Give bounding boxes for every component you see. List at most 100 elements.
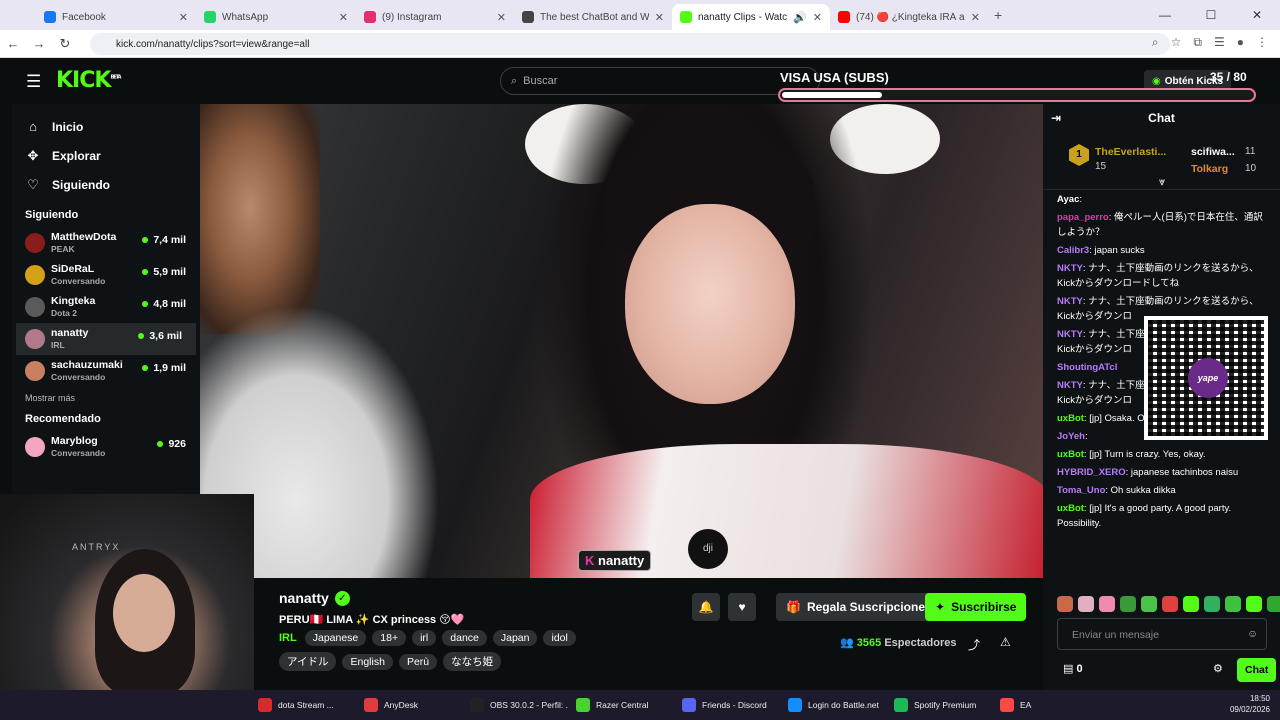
- chat-settings-gear-icon[interactable]: ⚙: [1213, 662, 1223, 675]
- category-link[interactable]: IRL: [279, 632, 297, 644]
- emote-icon[interactable]: [1099, 596, 1115, 612]
- tag-chip[interactable]: 18+: [372, 630, 407, 646]
- browser-tab[interactable]: Facebook ✕: [36, 4, 196, 30]
- subscribe-button[interactable]: ✦ Suscribirse: [925, 593, 1027, 621]
- chat-username[interactable]: NKTY: [1057, 380, 1083, 391]
- tag-chip[interactable]: ななち姫: [443, 652, 502, 671]
- chat-username[interactable]: Toma_Uno: [1057, 485, 1105, 496]
- profile-icon[interactable]: ●: [1237, 35, 1244, 50]
- close-tab-icon[interactable]: ✕: [813, 11, 822, 24]
- browser-tab[interactable]: The best ChatBot and Widgets ✕: [514, 4, 672, 30]
- tag-chip[interactable]: Perù: [398, 653, 438, 670]
- emote-icon[interactable]: [1078, 596, 1094, 612]
- chat-username[interactable]: JoYeh: [1057, 431, 1085, 442]
- tag-chip[interactable]: Japanese: [304, 630, 367, 646]
- emote-icon[interactable]: [1225, 596, 1241, 612]
- emote-icon[interactable]: [1057, 596, 1073, 612]
- hamburger-menu-icon[interactable]: ☰: [26, 72, 41, 92]
- emote-icon[interactable]: [1246, 596, 1262, 612]
- browser-tab[interactable]: (9) Instagram ✕: [356, 4, 514, 30]
- sidebar-item-siguiendo[interactable]: ♡ Siguiendo: [12, 170, 200, 199]
- gift-subs-button[interactable]: 🎁 Regala Suscripciones: [776, 593, 942, 621]
- send-chat-button[interactable]: Chat: [1237, 658, 1277, 682]
- tag-chip[interactable]: dance: [442, 630, 487, 646]
- show-more-link[interactable]: Mostrar más: [25, 393, 200, 403]
- tag-chip[interactable]: irl: [412, 630, 437, 646]
- leader-name-2[interactable]: scifiwa...: [1191, 146, 1235, 158]
- url-field[interactable]: kick.com/nanatty/clips?sort=view&range=a…: [90, 33, 1170, 55]
- channel-item[interactable]: Maryblog Conversando 926: [12, 431, 200, 463]
- kick-logo[interactable]: KICKBETA: [56, 68, 122, 93]
- chat-message-input[interactable]: Enviar un mensaje ☺: [1057, 618, 1267, 650]
- browser-tab[interactable]: WhatsApp ✕: [196, 4, 356, 30]
- leader-name-1[interactable]: TheEverlasti...: [1095, 146, 1166, 158]
- chat-username[interactable]: NKTY: [1057, 296, 1083, 307]
- forward-icon[interactable]: →: [26, 36, 52, 51]
- chat-username[interactable]: Calibr3: [1057, 245, 1089, 256]
- chat-username[interactable]: uxBot: [1057, 413, 1084, 424]
- bookmark-star-icon[interactable]: ☆: [1171, 35, 1182, 50]
- emote-icon[interactable]: [1204, 596, 1220, 612]
- follow-heart-icon[interactable]: ♥: [728, 593, 756, 621]
- channel-item[interactable]: MatthewDota PEAK 7,4 mil: [12, 227, 200, 259]
- notification-bell-icon[interactable]: 🔔: [692, 593, 720, 621]
- collapse-chat-icon[interactable]: ⇥: [1051, 111, 1061, 125]
- tag-chip[interactable]: アイドル: [279, 652, 337, 671]
- channel-item[interactable]: nanatty IRL 3,6 mil: [16, 323, 196, 355]
- reading-list-icon[interactable]: ☰: [1214, 35, 1225, 50]
- emote-icon[interactable]: [1120, 596, 1136, 612]
- extensions-icon[interactable]: ⧉: [1193, 35, 1202, 50]
- chat-username[interactable]: ShoutingATcl: [1057, 362, 1117, 373]
- tag-chip[interactable]: idol: [543, 630, 576, 646]
- tag-chip[interactable]: Japan: [492, 630, 538, 646]
- maximize-icon[interactable]: ☐: [1188, 0, 1234, 30]
- back-icon[interactable]: ←: [0, 36, 26, 51]
- taskbar-app[interactable]: Razer Central: [568, 690, 674, 720]
- channel-item[interactable]: Kingteka Dota 2 4,8 mil: [12, 291, 200, 323]
- system-clock[interactable]: 18:50 09/02/2026: [1230, 693, 1270, 715]
- close-tab-icon[interactable]: ✕: [497, 11, 506, 24]
- menu-dots-icon[interactable]: ⋮: [1256, 35, 1268, 50]
- close-tab-icon[interactable]: ✕: [655, 11, 664, 24]
- emote-icon[interactable]: [1141, 596, 1157, 612]
- new-tab-icon[interactable]: +: [994, 7, 1002, 23]
- reload-icon[interactable]: ↻: [52, 36, 78, 52]
- channel-name[interactable]: nanatty ✓: [279, 590, 350, 606]
- sidebar-item-inicio[interactable]: ⌂ Inicio: [12, 112, 200, 141]
- tag-chip[interactable]: English: [342, 653, 393, 670]
- taskbar-app[interactable]: dota Stream ...: [250, 690, 356, 720]
- close-window-icon[interactable]: ✕: [1234, 0, 1280, 30]
- chat-username[interactable]: Ayac: [1057, 194, 1079, 205]
- chat-username[interactable]: HYBRID_XERO: [1057, 467, 1126, 478]
- report-warning-icon[interactable]: ⚠: [1000, 635, 1011, 649]
- taskbar-app[interactable]: Spotify Premium: [886, 690, 992, 720]
- close-tab-icon[interactable]: ✕: [179, 11, 188, 24]
- chat-username[interactable]: NKTY: [1057, 329, 1083, 340]
- channel-item[interactable]: SiDeRaL Conversando 5,9 mil: [12, 259, 200, 291]
- chat-username[interactable]: uxBot: [1057, 449, 1084, 460]
- chat-username[interactable]: NKTY: [1057, 263, 1083, 274]
- close-tab-icon[interactable]: ✕: [339, 11, 348, 24]
- taskbar-app[interactable]: AnyDesk: [356, 690, 462, 720]
- search-input[interactable]: ⌕ Buscar: [500, 67, 820, 95]
- channel-item[interactable]: sachauzumaki Conversando 1,9 mil: [12, 355, 200, 387]
- emoji-icon[interactable]: ☺: [1247, 628, 1258, 640]
- share-icon[interactable]: ⤴: [968, 636, 980, 653]
- leader-name-3[interactable]: Tolkarg: [1191, 163, 1228, 175]
- taskbar-app[interactable]: EA: [992, 690, 1098, 720]
- chat-username[interactable]: papa_perro: [1057, 212, 1109, 223]
- browser-tab[interactable]: (74) 🔴 ¿Kingteka IRÁ a CANA ✕: [830, 4, 988, 30]
- close-tab-icon[interactable]: ✕: [971, 11, 980, 24]
- browser-tab[interactable]: nanatty Clips - Watch Live o 🔊 ✕: [672, 4, 830, 30]
- taskbar-app[interactable]: Login do Battle.net: [780, 690, 886, 720]
- emote-icon[interactable]: [1162, 596, 1178, 612]
- minimize-icon[interactable]: —: [1142, 0, 1188, 30]
- expand-leaderboard-icon[interactable]: ⩔: [1159, 176, 1165, 189]
- tab-audio-icon[interactable]: 🔊: [793, 11, 807, 24]
- emote-icon[interactable]: [1267, 596, 1280, 612]
- kicks-balance[interactable]: ▤ 0: [1063, 662, 1083, 675]
- zoom-icon[interactable]: ⌕: [1152, 35, 1159, 50]
- chat-username[interactable]: uxBot: [1057, 503, 1084, 514]
- sidebar-item-explorar[interactable]: ✥ Explorar: [12, 141, 200, 170]
- emote-icon[interactable]: [1183, 596, 1199, 612]
